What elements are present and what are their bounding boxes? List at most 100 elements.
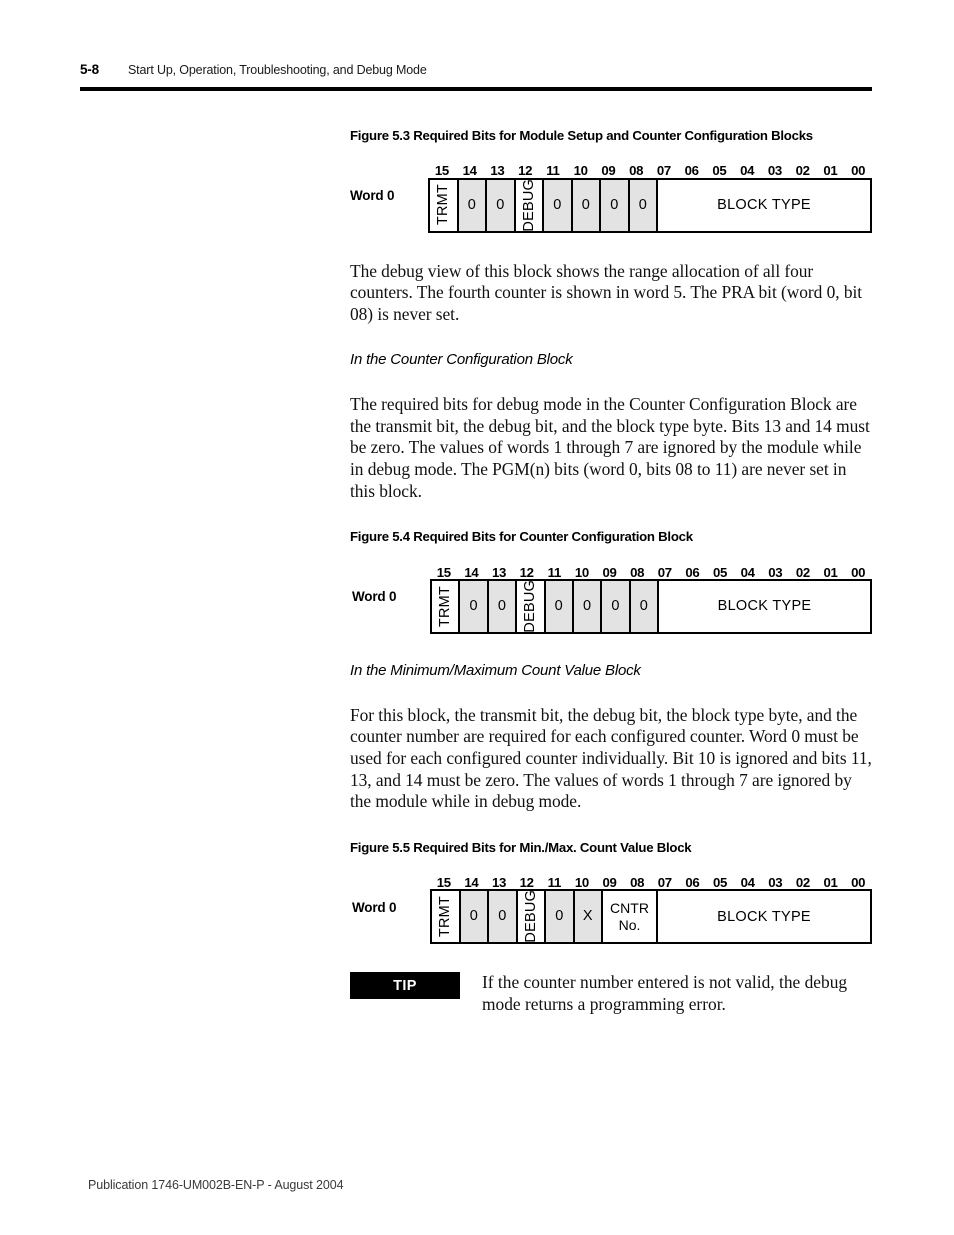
bit-label-00: 00 <box>851 564 866 580</box>
bit-label-13: 13 <box>492 875 507 891</box>
bit-cell-debug: DEBUG <box>515 179 544 231</box>
bit-label-08: 08 <box>629 163 644 179</box>
bit-label-12: 12 <box>519 875 534 891</box>
bit-cell-0: 0 <box>546 891 575 943</box>
bit-label-09: 09 <box>602 564 617 580</box>
bit-label-07: 07 <box>657 564 672 580</box>
bit-cell-trmt: TRMT <box>430 179 459 231</box>
bit-cell-vertical-label: DEBUG <box>522 580 539 632</box>
bit-label-02: 02 <box>795 163 810 179</box>
bit-label-11: 11 <box>547 564 562 580</box>
bit-cell-block-type: BLOCK TYPE <box>658 179 870 231</box>
bit-cell-vertical-label: DEBUG <box>522 891 539 943</box>
page-number: 5-8 <box>80 62 99 77</box>
bit-label-10: 10 <box>573 163 588 179</box>
figure-5-4: Word 0 15 14 13 12 11 10 09 08 07 06 05 04 03 02 01 00 … <box>352 560 872 634</box>
bit-cell-wide-label: BLOCK TYPE <box>717 908 811 925</box>
bit-cell-vertical-label: TRMT <box>435 184 451 226</box>
bit-label-10: 10 <box>574 875 589 891</box>
bit-cell-wide-label: BLOCK TYPE <box>717 197 811 213</box>
page-footer: Publication 1746-UM002B-EN-P - August 20… <box>88 1178 344 1192</box>
bit-cell-0: 0 <box>487 179 516 231</box>
bit-cell-0: 0 <box>630 580 659 632</box>
bit-cell-value: 0 <box>555 908 564 925</box>
bit-label-08: 08 <box>630 875 645 891</box>
bit-label-01: 01 <box>823 564 838 580</box>
bit-cell-two-line-label: CNTR No. <box>610 900 649 933</box>
bit-label-04: 04 <box>740 875 755 891</box>
bit-label-05: 05 <box>713 875 728 891</box>
bit-label-03: 03 <box>767 163 782 179</box>
bit-label-01: 01 <box>823 163 838 179</box>
bit-label-14: 14 <box>464 564 479 580</box>
figure-5-3-caption: Figure 5.3 Required Bits for Module Setu… <box>350 128 813 143</box>
bit-cell-0: 0 <box>573 580 603 632</box>
content-column: Figure 5.3 Required Bits for Module Setu… <box>350 128 872 1015</box>
bit-cell-0: 0 <box>545 580 574 632</box>
bit-label-11: 11 <box>546 163 560 179</box>
bit-cell-debug: DEBUG <box>517 580 546 632</box>
bit-label-14: 14 <box>464 875 479 891</box>
bit-label-09: 09 <box>601 163 616 179</box>
bit-label-15: 15 <box>436 564 451 580</box>
bit-cell-trmt: TRMT <box>432 891 461 943</box>
bit-label-13: 13 <box>490 163 505 179</box>
tip-badge: TIP <box>350 972 460 1000</box>
figure-5-4-bit-row: TRMT 0 0 DEBUG 0 0 0 0 BLOCK TYPE <box>430 578 872 634</box>
bit-label-08: 08 <box>630 564 645 580</box>
bit-cell-value: 0 <box>467 196 476 213</box>
bit-cell-0: 0 <box>489 891 518 943</box>
bit-cell-0: 0 <box>458 179 487 231</box>
bit-cell-value: 0 <box>583 598 592 614</box>
bit-cell-value: 0 <box>469 598 478 614</box>
bit-label-06: 06 <box>685 875 700 891</box>
bit-label-07: 07 <box>657 875 672 891</box>
document-page: 5-8 Start Up, Operation, Troubleshooting… <box>0 0 954 1235</box>
bit-cell-0: 0 <box>488 580 518 632</box>
bit-label-12: 12 <box>518 163 533 179</box>
bit-cell-vertical-label: TRMT <box>437 896 453 938</box>
bit-label-02: 02 <box>795 875 810 891</box>
bit-label-15: 15 <box>436 875 451 891</box>
bit-label-05: 05 <box>713 564 728 580</box>
bit-label-00: 00 <box>851 875 866 891</box>
bit-label-06: 06 <box>684 163 699 179</box>
bit-cell-0: 0 <box>572 179 601 231</box>
bit-cell-block-type: BLOCK TYPE <box>659 580 870 632</box>
bit-label-04: 04 <box>740 163 755 179</box>
figure-5-3-bit-row: TRMT 0 0 DEBUG 0 0 0 0 BLOCK TYPE <box>428 177 872 233</box>
bit-cell-debug: DEBUG <box>517 891 546 943</box>
bit-label-14: 14 <box>462 163 477 179</box>
bit-cell-0: 0 <box>602 580 631 632</box>
bit-cell-0: 0 <box>460 891 489 943</box>
bit-cell-0: 0 <box>460 580 489 632</box>
bit-label-09: 09 <box>602 875 617 891</box>
bit-label-12: 12 <box>519 564 534 580</box>
bit-cell-value: 0 <box>469 908 478 925</box>
bit-cell-0: 0 <box>601 179 630 231</box>
paragraph-required-bits-minmax: For this block, the transmit bit, the de… <box>350 704 872 812</box>
bit-cell-trmt: TRMT <box>432 580 461 632</box>
bit-label-03: 03 <box>768 875 783 891</box>
subhead-min-max-count-value-block: In the Minimum/Maximum Count Value Block <box>350 661 641 679</box>
bit-label-03: 03 <box>768 564 783 580</box>
bit-cell-value: X <box>582 908 593 925</box>
bit-label-04: 04 <box>740 564 755 580</box>
bit-cell-block-type: BLOCK TYPE <box>658 891 870 943</box>
figure-5-3: Word 0 15 14 13 12 11 10 09 08 07 06 05 04 03 02 01 00 … <box>350 159 872 233</box>
bit-cell-x: X <box>574 891 603 943</box>
bit-cell-vertical-label: TRMT <box>436 585 453 627</box>
bit-label-13: 13 <box>492 564 507 580</box>
figure-5-5-caption: Figure 5.5 Required Bits for Min./Max. C… <box>350 839 692 855</box>
bit-label-15: 15 <box>434 163 449 179</box>
figure-5-3-bit-header: 15 14 13 12 11 10 09 08 07 06 05 04 03 02 01 00 <box>428 159 872 179</box>
bit-label-06: 06 <box>685 564 700 580</box>
bit-cell-cntr-no: CNTR No. <box>603 891 658 943</box>
bit-cell-0: 0 <box>544 179 573 231</box>
bit-cell-value: 0 <box>498 908 507 925</box>
bit-cell-value: 0 <box>553 196 562 213</box>
bit-label-01: 01 <box>823 875 838 891</box>
chapter-title: Start Up, Operation, Troubleshooting, an… <box>128 63 427 77</box>
paragraph-debug-view: The debug view of this block shows the r… <box>350 260 863 324</box>
figure-5-5-bit-row: TRMT 0 0 DEBUG 0 X CNTR No. BLOCK TYPE <box>430 889 872 945</box>
